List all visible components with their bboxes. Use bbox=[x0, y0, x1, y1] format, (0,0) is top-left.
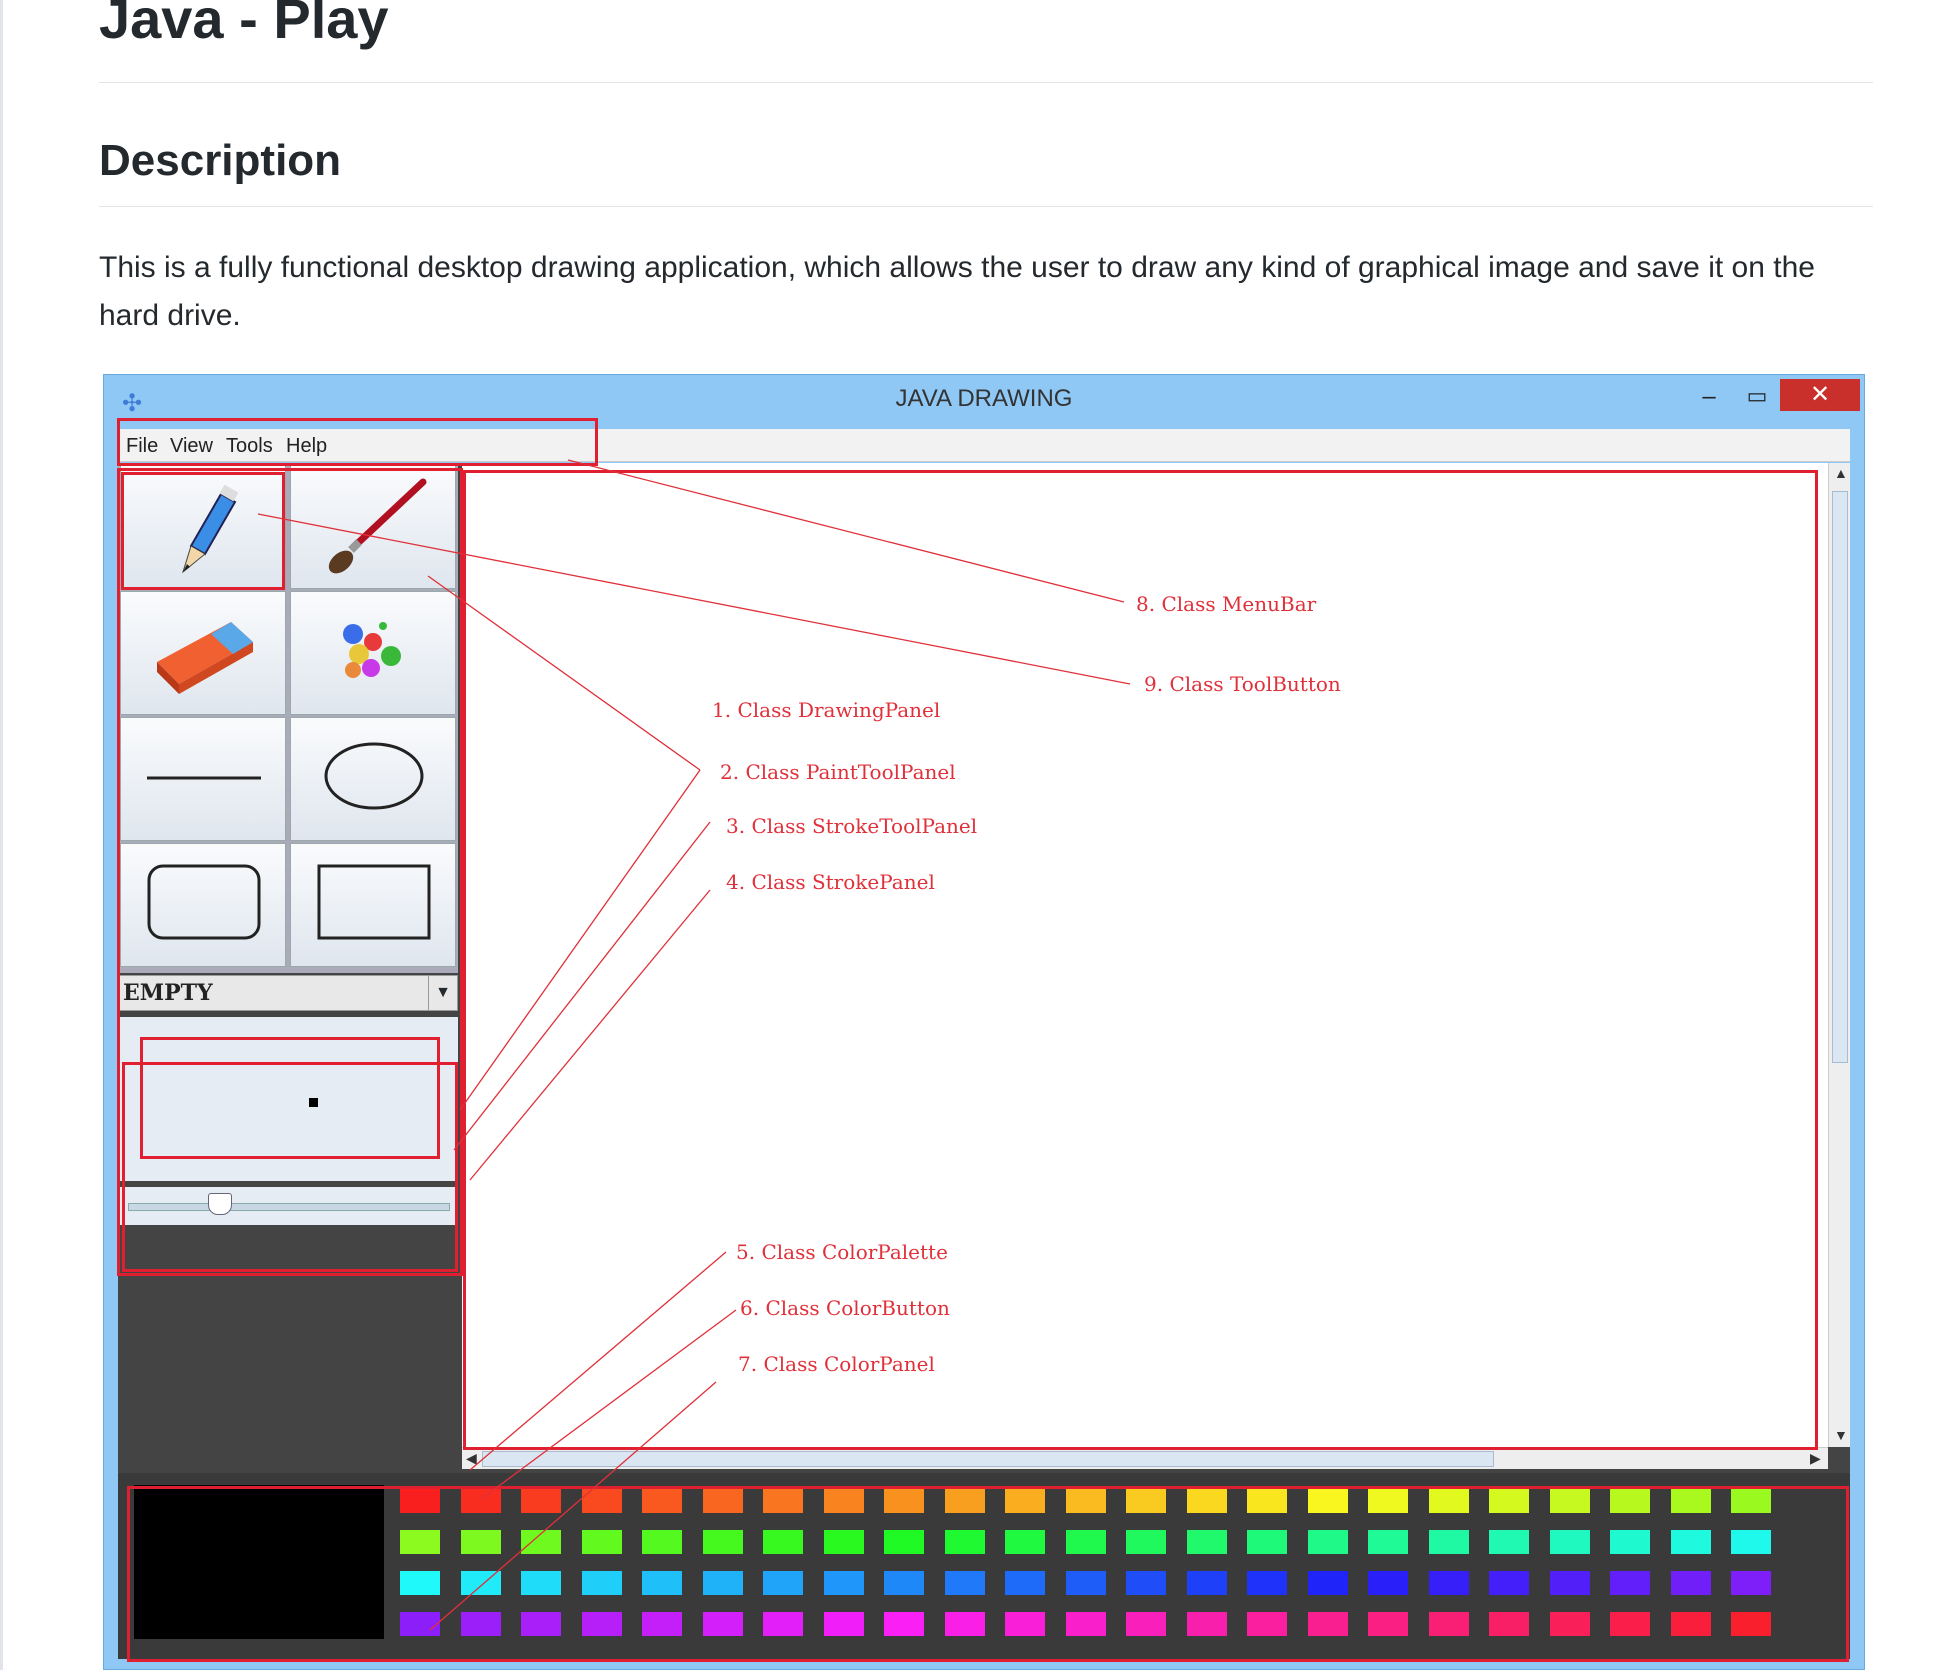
annotation-stroketoolpanel: 3. Class StrokeToolPanel bbox=[726, 814, 978, 838]
annotation-menubar: 8. Class MenuBar bbox=[1136, 592, 1317, 616]
annotation-colorpalette: 5. Class ColorPalette bbox=[736, 1240, 948, 1264]
annotation-toolbutton: 9. Class ToolButton bbox=[1144, 672, 1341, 696]
annotation-colorbutton: 6. Class ColorButton bbox=[740, 1296, 950, 1320]
annotation-colorpanel: 7. Class ColorPanel bbox=[738, 1352, 935, 1376]
annotation-painttoolpanel: 2. Class PaintToolPanel bbox=[720, 760, 956, 784]
annotation-drawingpanel: 1. Class DrawingPanel bbox=[712, 698, 941, 722]
annotation-strokepanel: 4. Class StrokePanel bbox=[726, 870, 935, 894]
